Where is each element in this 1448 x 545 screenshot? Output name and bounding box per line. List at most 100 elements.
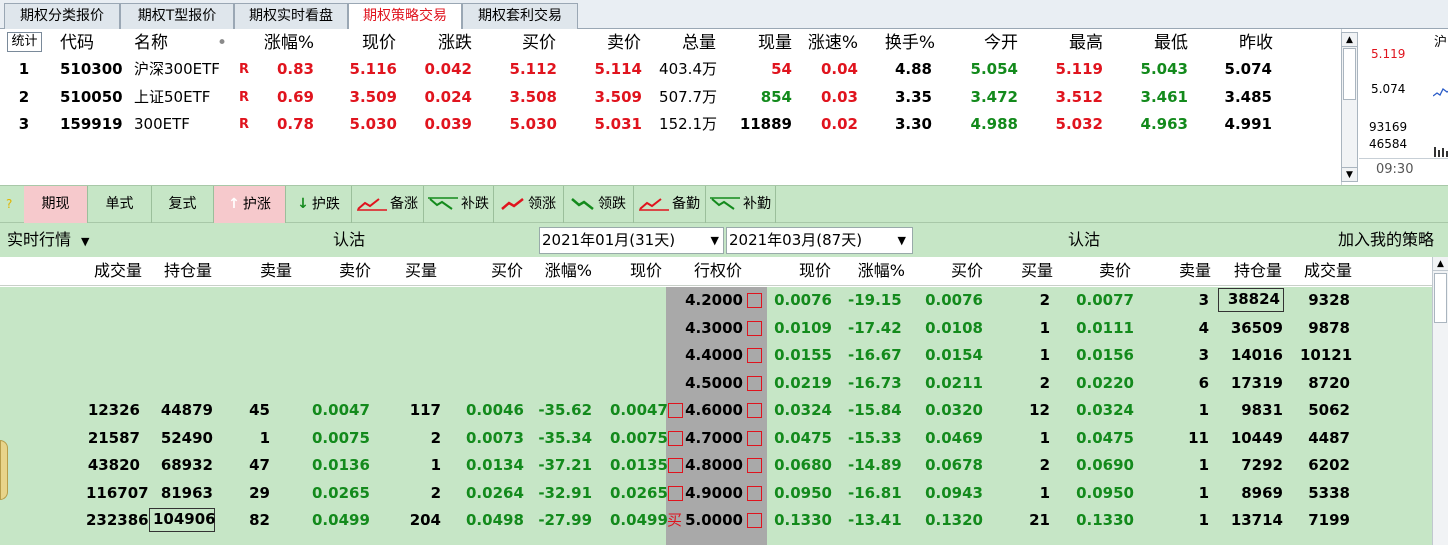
table-row[interactable]: 232386 104906 82 0.0499 204 0.0498 -27.99 0.049… [0, 507, 1432, 535]
chain-col-header[interactable]: 卖量 [258, 257, 292, 286]
chain-col-header[interactable]: 现价 [624, 257, 662, 286]
strategy-lead-fall[interactable]: 领跌 [564, 186, 634, 223]
strategy-compound[interactable]: 复式 [152, 186, 214, 223]
table-row[interactable]: 4.4000 0.0155 -16.67 0.0154 1 0.0156 3 14016 101… [0, 342, 1432, 370]
stat-button[interactable]: 统计 [7, 32, 42, 52]
chain-col-header[interactable]: 买价 [945, 257, 983, 286]
chain-col-header[interactable]: 持仓量 [1228, 257, 1282, 286]
chain-col-header[interactable]: 卖量 [1173, 257, 1211, 286]
strategy-protect-fall[interactable]: ↓ 护跌 [286, 186, 352, 223]
chain-col-header[interactable]: 行权价 [690, 257, 742, 286]
put-right-cell: 0.0324 [774, 401, 832, 419]
col-chg-pct[interactable]: 涨幅% [240, 31, 314, 55]
underlying-quote-table: 统计 代码 名称 • 涨幅% 现价 涨跌 买价 卖价 总量 现量 涨速% 换手%… [0, 29, 1360, 185]
scroll-down-icon[interactable]: ▼ [1342, 167, 1357, 181]
quote-cell-name[interactable]: 300ETF [134, 111, 238, 138]
put-left-cell [610, 287, 660, 314]
strategy-fill-diligent[interactable]: 补勤 [706, 186, 776, 223]
chain-col-header[interactable]: 成交量 [88, 257, 142, 286]
strategy-fill-fall[interactable]: 补跌 [424, 186, 494, 223]
col-volume[interactable]: 总量 [660, 31, 716, 55]
select-checkbox[interactable] [747, 403, 762, 418]
chain-col-header[interactable]: 现价 [795, 257, 831, 286]
table-row[interactable]: 12326 44879 45 0.0047 117 0.0046 -35.62 0.0047 4… [0, 397, 1432, 425]
tab-arbitrage[interactable]: 期权套利交易 [462, 3, 578, 29]
select-checkbox[interactable] [747, 320, 762, 336]
quote-cell-code[interactable]: 510050 [60, 84, 123, 111]
side-handle[interactable] [0, 440, 8, 500]
chain-col-header[interactable]: 涨幅% [855, 257, 905, 286]
chain-col-header[interactable]: 买量 [1017, 257, 1053, 286]
chain-col-header[interactable]: 持仓量 [158, 257, 212, 286]
col-open[interactable]: 今开 [970, 31, 1018, 55]
quote-cell-code[interactable]: 510300 [60, 56, 123, 83]
quote-cell-name[interactable]: 上证50ETF [134, 84, 238, 111]
select-checkbox[interactable] [747, 513, 762, 528]
table-row[interactable]: 4.3000 0.0109 -17.42 0.0108 1 0.0111 4 36509 987… [0, 315, 1432, 343]
scroll-thumb[interactable] [1343, 48, 1356, 100]
add-strategy-button[interactable]: 加入我的策略 [1338, 223, 1434, 257]
table-row[interactable]: 21587 52490 1 0.0075 2 0.0073 -35.34 0.0075 4.70… [0, 425, 1432, 453]
col-price[interactable]: 现价 [340, 31, 396, 55]
col-bid[interactable]: 买价 [500, 31, 556, 55]
col-ask[interactable]: 卖价 [585, 31, 641, 55]
expiry-select-1[interactable]: 2021年01月(31天) ▼ [539, 227, 724, 254]
col-prev[interactable]: 昨收 [1225, 31, 1273, 55]
put-left-cell [400, 370, 441, 397]
col-high[interactable]: 最高 [1055, 31, 1103, 55]
strategy-backup-rise[interactable]: 备涨 [352, 186, 424, 223]
strategy-protect-rise[interactable]: ↑ 护涨 [214, 186, 286, 223]
col-low[interactable]: 最低 [1140, 31, 1188, 55]
col-name[interactable]: 名称 [134, 31, 184, 55]
quote-cell-code[interactable]: 159919 [60, 111, 123, 138]
select-checkbox[interactable] [747, 458, 762, 473]
chain-scrollbar[interactable]: ▲ [1432, 257, 1448, 545]
strategy-single[interactable]: 单式 [88, 186, 152, 223]
select-checkbox[interactable] [668, 485, 683, 501]
strategy-futures-spot[interactable]: 期现 [24, 186, 88, 223]
col-turnover[interactable]: 换手% [875, 31, 935, 55]
tab-realtime[interactable]: 期权实时看盘 [234, 3, 348, 29]
chain-col-header[interactable]: 卖价 [333, 257, 371, 286]
table-row[interactable]: 4.5000 0.0219 -16.73 0.0211 2 0.0220 6 17319 872… [0, 370, 1432, 398]
tab-category-quote[interactable]: 期权分类报价 [4, 3, 120, 29]
select-checkbox[interactable] [747, 375, 762, 391]
table-row[interactable]: 4.2000 0.0076 -19.15 0.0076 2 0.0077 3 38824 932… [0, 287, 1432, 315]
help-icon[interactable]: ? [6, 186, 12, 223]
chain-col-header[interactable]: 成交量 [1298, 257, 1352, 286]
chain-col-header[interactable]: 买价 [485, 257, 523, 286]
select-checkbox[interactable] [747, 293, 762, 308]
select-checkbox[interactable] [668, 458, 683, 473]
table-row[interactable]: 43820 68932 47 0.0136 1 0.0134 -37.21 0.0135 4.8… [0, 452, 1432, 480]
put-right-cell: 0.0211 [925, 373, 983, 392]
select-checkbox[interactable] [747, 430, 762, 446]
chain-col-header[interactable]: 涨幅% [540, 257, 592, 286]
tab-t-quote[interactable]: 期权T型报价 [120, 3, 234, 29]
put-left-cell [466, 287, 523, 314]
quote-cell-name[interactable]: 沪深300ETF [134, 56, 238, 83]
expiry-select-2[interactable]: 2021年03月(87天) ▼ [726, 227, 913, 254]
col-cur-vol[interactable]: 现量 [742, 31, 792, 55]
strategy-lead-rise[interactable]: 领涨 [494, 186, 564, 223]
chain-col-header[interactable]: 买量 [403, 257, 437, 286]
select-checkbox[interactable] [668, 430, 683, 446]
quote-cell-chg_pct: 0.69 [276, 87, 314, 106]
select-checkbox[interactable] [668, 403, 683, 418]
scroll-up-icon[interactable]: ▲ [1342, 33, 1357, 47]
put-right-cell: 0.0156 [1076, 346, 1134, 364]
col-code[interactable]: 代码 [60, 31, 104, 55]
chain-col-header[interactable]: 卖价 [1095, 257, 1131, 286]
scroll-up-icon[interactable]: ▲ [1433, 257, 1448, 271]
table-row[interactable]: 116707 81963 29 0.0265 2 0.0264 -32.91 0.0265 4.… [0, 480, 1432, 508]
market-selector[interactable]: 实时行情 ▼ [7, 223, 89, 257]
col-chg[interactable]: 涨跌 [420, 31, 472, 55]
scroll-thumb[interactable] [1434, 273, 1447, 323]
tab-strategy-trading[interactable]: 期权策略交易 [348, 3, 462, 30]
put-right-cell: 0.0219 [774, 373, 832, 392]
col-speed[interactable]: 涨速% [800, 31, 858, 55]
quote-scrollbar[interactable]: ▲ ▼ [1341, 32, 1358, 182]
select-checkbox[interactable] [747, 348, 762, 363]
select-checkbox[interactable] [747, 485, 762, 501]
put-left-cell: 0.0264 [466, 483, 524, 502]
strategy-backup-diligent[interactable]: 备勤 [634, 186, 706, 223]
